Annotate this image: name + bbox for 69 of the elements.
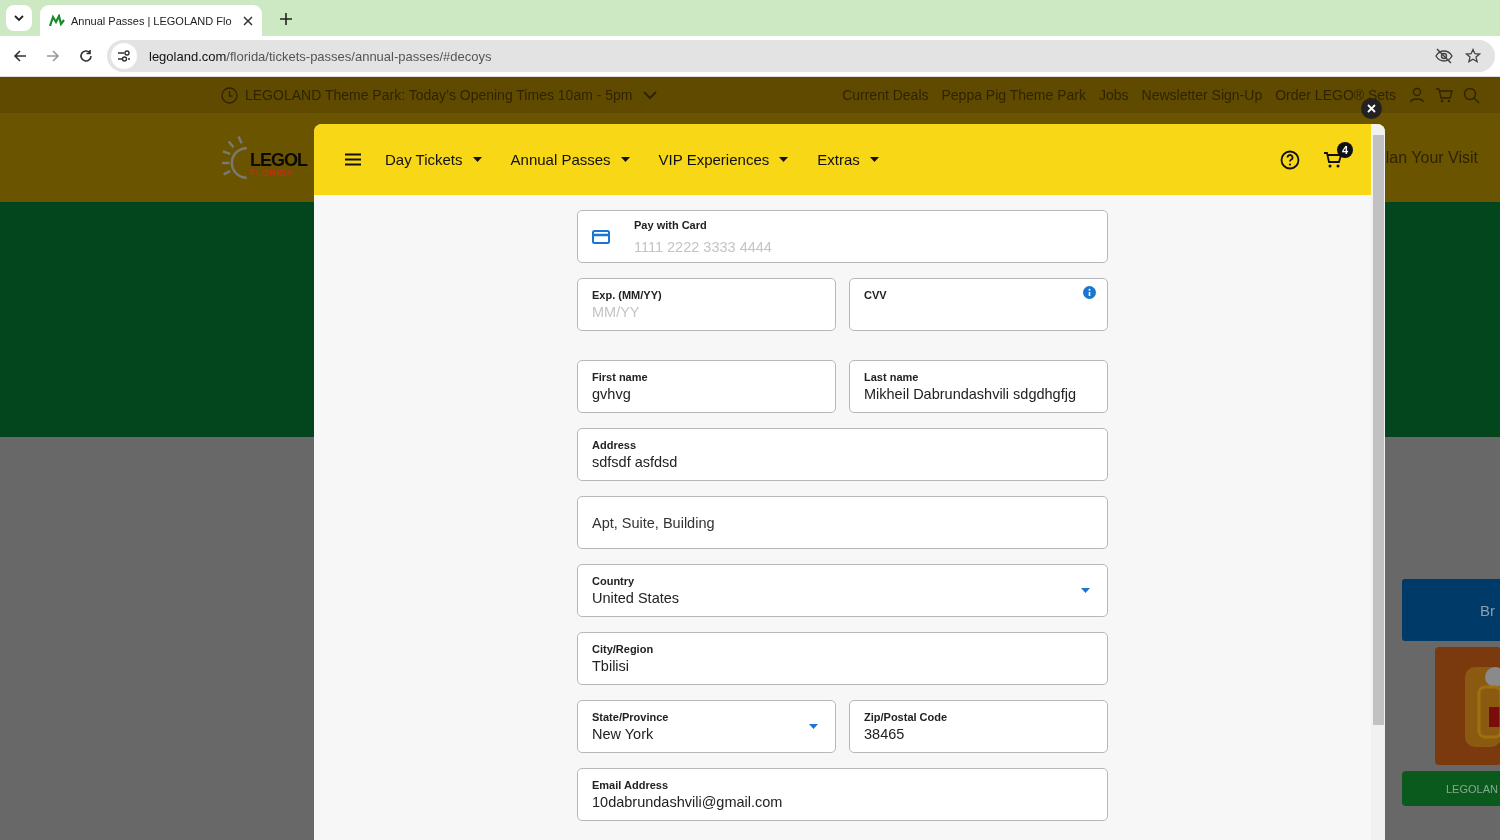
- field-label: State/Province: [592, 711, 669, 723]
- close-tab-icon[interactable]: [243, 15, 253, 26]
- field-label: Exp. (MM/YY): [592, 289, 662, 301]
- text-field[interactable]: Zip/Postal Code 38465: [849, 700, 1108, 753]
- caret-icon: [472, 157, 482, 162]
- reload-icon[interactable]: [79, 49, 93, 63]
- field-input[interactable]: 38465: [864, 726, 1093, 742]
- field-input[interactable]: United States: [592, 590, 1081, 606]
- cart-icon[interactable]: [1323, 150, 1343, 169]
- select-field[interactable]: State/Province New York: [577, 700, 836, 753]
- card-number-field[interactable]: Pay with Card 1111 2222 3333 4444: [577, 210, 1108, 263]
- nav-dropdown[interactable]: Annual Passes: [510, 151, 630, 168]
- forward-icon[interactable]: [46, 49, 60, 63]
- field-label: First name: [592, 371, 648, 383]
- field-label: Country: [592, 575, 635, 587]
- scrollbar[interactable]: [1371, 124, 1385, 840]
- banner-heading: Br: [1480, 601, 1495, 619]
- cart-count-badge: 4: [1337, 141, 1353, 158]
- field-input[interactable]: MM/YY: [592, 304, 821, 320]
- caret-icon: [809, 724, 818, 729]
- clock-icon: [221, 86, 238, 104]
- eye-slash-icon[interactable]: [1435, 48, 1453, 64]
- tab-list-button[interactable]: [6, 5, 32, 31]
- text-field[interactable]: Address sdfsdf asfdsd: [577, 428, 1108, 481]
- help-icon[interactable]: [1280, 149, 1300, 170]
- browser-tab[interactable]: Annual Passes | LEGOLAND Flo: [40, 5, 262, 36]
- credit-card-icon: [592, 229, 610, 244]
- address-bar[interactable]: legoland.com/florida/tickets-passes/annual-passes/#decoys: [107, 40, 1495, 72]
- back-icon[interactable]: [13, 49, 27, 63]
- field-label: Address: [592, 439, 637, 451]
- caret-icon: [869, 157, 879, 162]
- text-field[interactable]: Last name Mikheil Dabrundashvili sdgdhgfjg: [849, 360, 1108, 413]
- field-label: Zip/Postal Code: [864, 711, 948, 723]
- sun-icon: [222, 134, 250, 181]
- field-input[interactable]: New York: [592, 726, 809, 742]
- field-input[interactable]: Apt, Suite, Building: [592, 514, 1093, 531]
- favicon-icon: [49, 13, 65, 28]
- text-field[interactable]: Exp. (MM/YY) MM/YY: [577, 278, 836, 331]
- menu-icon[interactable]: [345, 153, 361, 166]
- nav-dropdown[interactable]: VIP Experiences: [658, 151, 789, 168]
- field-input[interactable]: Mikheil Dabrundashvili sdgdhgfjg: [864, 386, 1093, 402]
- field-label: City/Region: [592, 643, 654, 655]
- text-field[interactable]: City/Region Tbilisi: [577, 632, 1108, 685]
- field-input[interactable]: Tbilisi: [592, 658, 1093, 674]
- info-icon[interactable]: [1083, 286, 1096, 299]
- close-icon: [1367, 104, 1376, 113]
- field-input[interactable]: sdfsdf asfdsd: [592, 454, 1093, 470]
- text-field[interactable]: CVV: [849, 278, 1108, 331]
- text-field[interactable]: Apt, Suite, Building: [577, 496, 1108, 549]
- caret-icon: [620, 157, 630, 162]
- new-tab-icon[interactable]: [280, 13, 292, 25]
- caret-icon: [1081, 588, 1090, 593]
- caret-icon: [779, 157, 789, 162]
- field-input[interactable]: 10dabrundashvili@gmail.com: [592, 794, 1093, 810]
- text-field[interactable]: Email Address 10dabrundashvili@gmail.com: [577, 768, 1108, 821]
- logo-subtitle: FLORIDA: [250, 169, 295, 178]
- select-field[interactable]: Country United States: [577, 564, 1108, 617]
- field-label: Email Address: [592, 779, 668, 791]
- field-label: Last name: [864, 371, 919, 383]
- star-icon[interactable]: [1465, 48, 1481, 64]
- site-settings-icon[interactable]: [111, 43, 137, 69]
- nav-dropdown[interactable]: Day Tickets: [385, 151, 482, 168]
- nav-dropdown[interactable]: Extras: [817, 151, 879, 168]
- field-label: CVV: [864, 289, 887, 301]
- text-field[interactable]: First name gvhvg: [577, 360, 836, 413]
- field-input[interactable]: 1111 2222 3333 4444: [634, 238, 1093, 255]
- field-label: Pay with Card: [634, 218, 707, 231]
- field-input[interactable]: gvhvg: [592, 386, 821, 402]
- chevron-down-icon: [13, 12, 25, 24]
